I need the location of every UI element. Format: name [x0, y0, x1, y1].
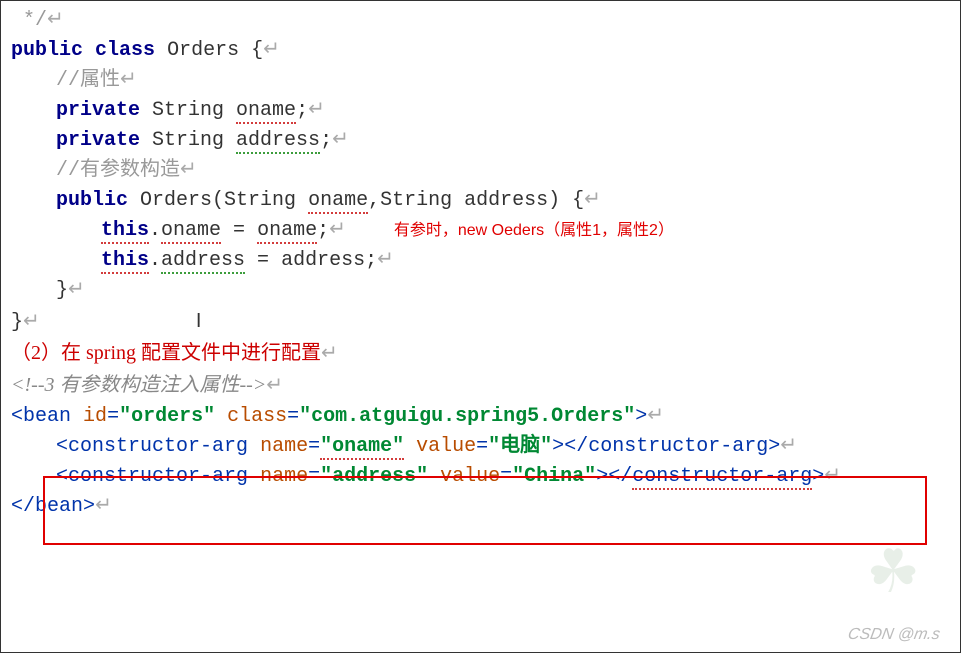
text-cursor-icon: I	[196, 306, 202, 336]
field-oname: private String oname;↵	[11, 96, 950, 126]
assign-oname: this.oname = oname;↵ 有参时，new Oeders（属性1，…	[11, 216, 950, 246]
class-name: Orders	[167, 39, 239, 62]
close-class: }↵ I	[11, 306, 950, 338]
field-address: private String address;↵	[11, 126, 950, 156]
watermark-text: CSDN @m.s	[846, 623, 942, 647]
code-line: //有参数构造↵	[11, 156, 950, 186]
keyword-class: class	[95, 39, 155, 62]
class-declaration: public class Orders {↵	[11, 36, 950, 66]
leaf-decoration-icon: ☘	[866, 532, 920, 622]
code-line: //属性↵	[11, 66, 950, 96]
annotation-red: 有参时，new Oeders（属性1，属性2）	[394, 222, 674, 239]
constructor-signature: public Orders(String oname,String addres…	[11, 186, 950, 216]
xml-comment: <!--3 有参数构造注入属性-->↵	[11, 370, 950, 402]
code-screenshot-container: */↵ public class Orders {↵ //属性↵ private…	[0, 0, 961, 653]
bean-open-tag: <bean id="orders" class="com.atguigu.spr…	[11, 402, 950, 432]
comment-prop: //属性	[56, 69, 120, 92]
constructor-arg-oname: <constructor-arg name="oname" value="电脑"…	[11, 432, 950, 462]
comment-constructor: //有参数构造	[56, 159, 180, 182]
keyword-public: public	[11, 39, 83, 62]
code-line: */↵	[11, 6, 950, 36]
step-2-title: （2）在 spring 配置文件中进行配置↵	[11, 338, 950, 370]
close-constructor: }↵	[11, 276, 950, 306]
highlight-red-box	[43, 476, 927, 545]
comment-close: */	[11, 9, 47, 32]
assign-address: this.address = address;↵	[11, 246, 950, 276]
